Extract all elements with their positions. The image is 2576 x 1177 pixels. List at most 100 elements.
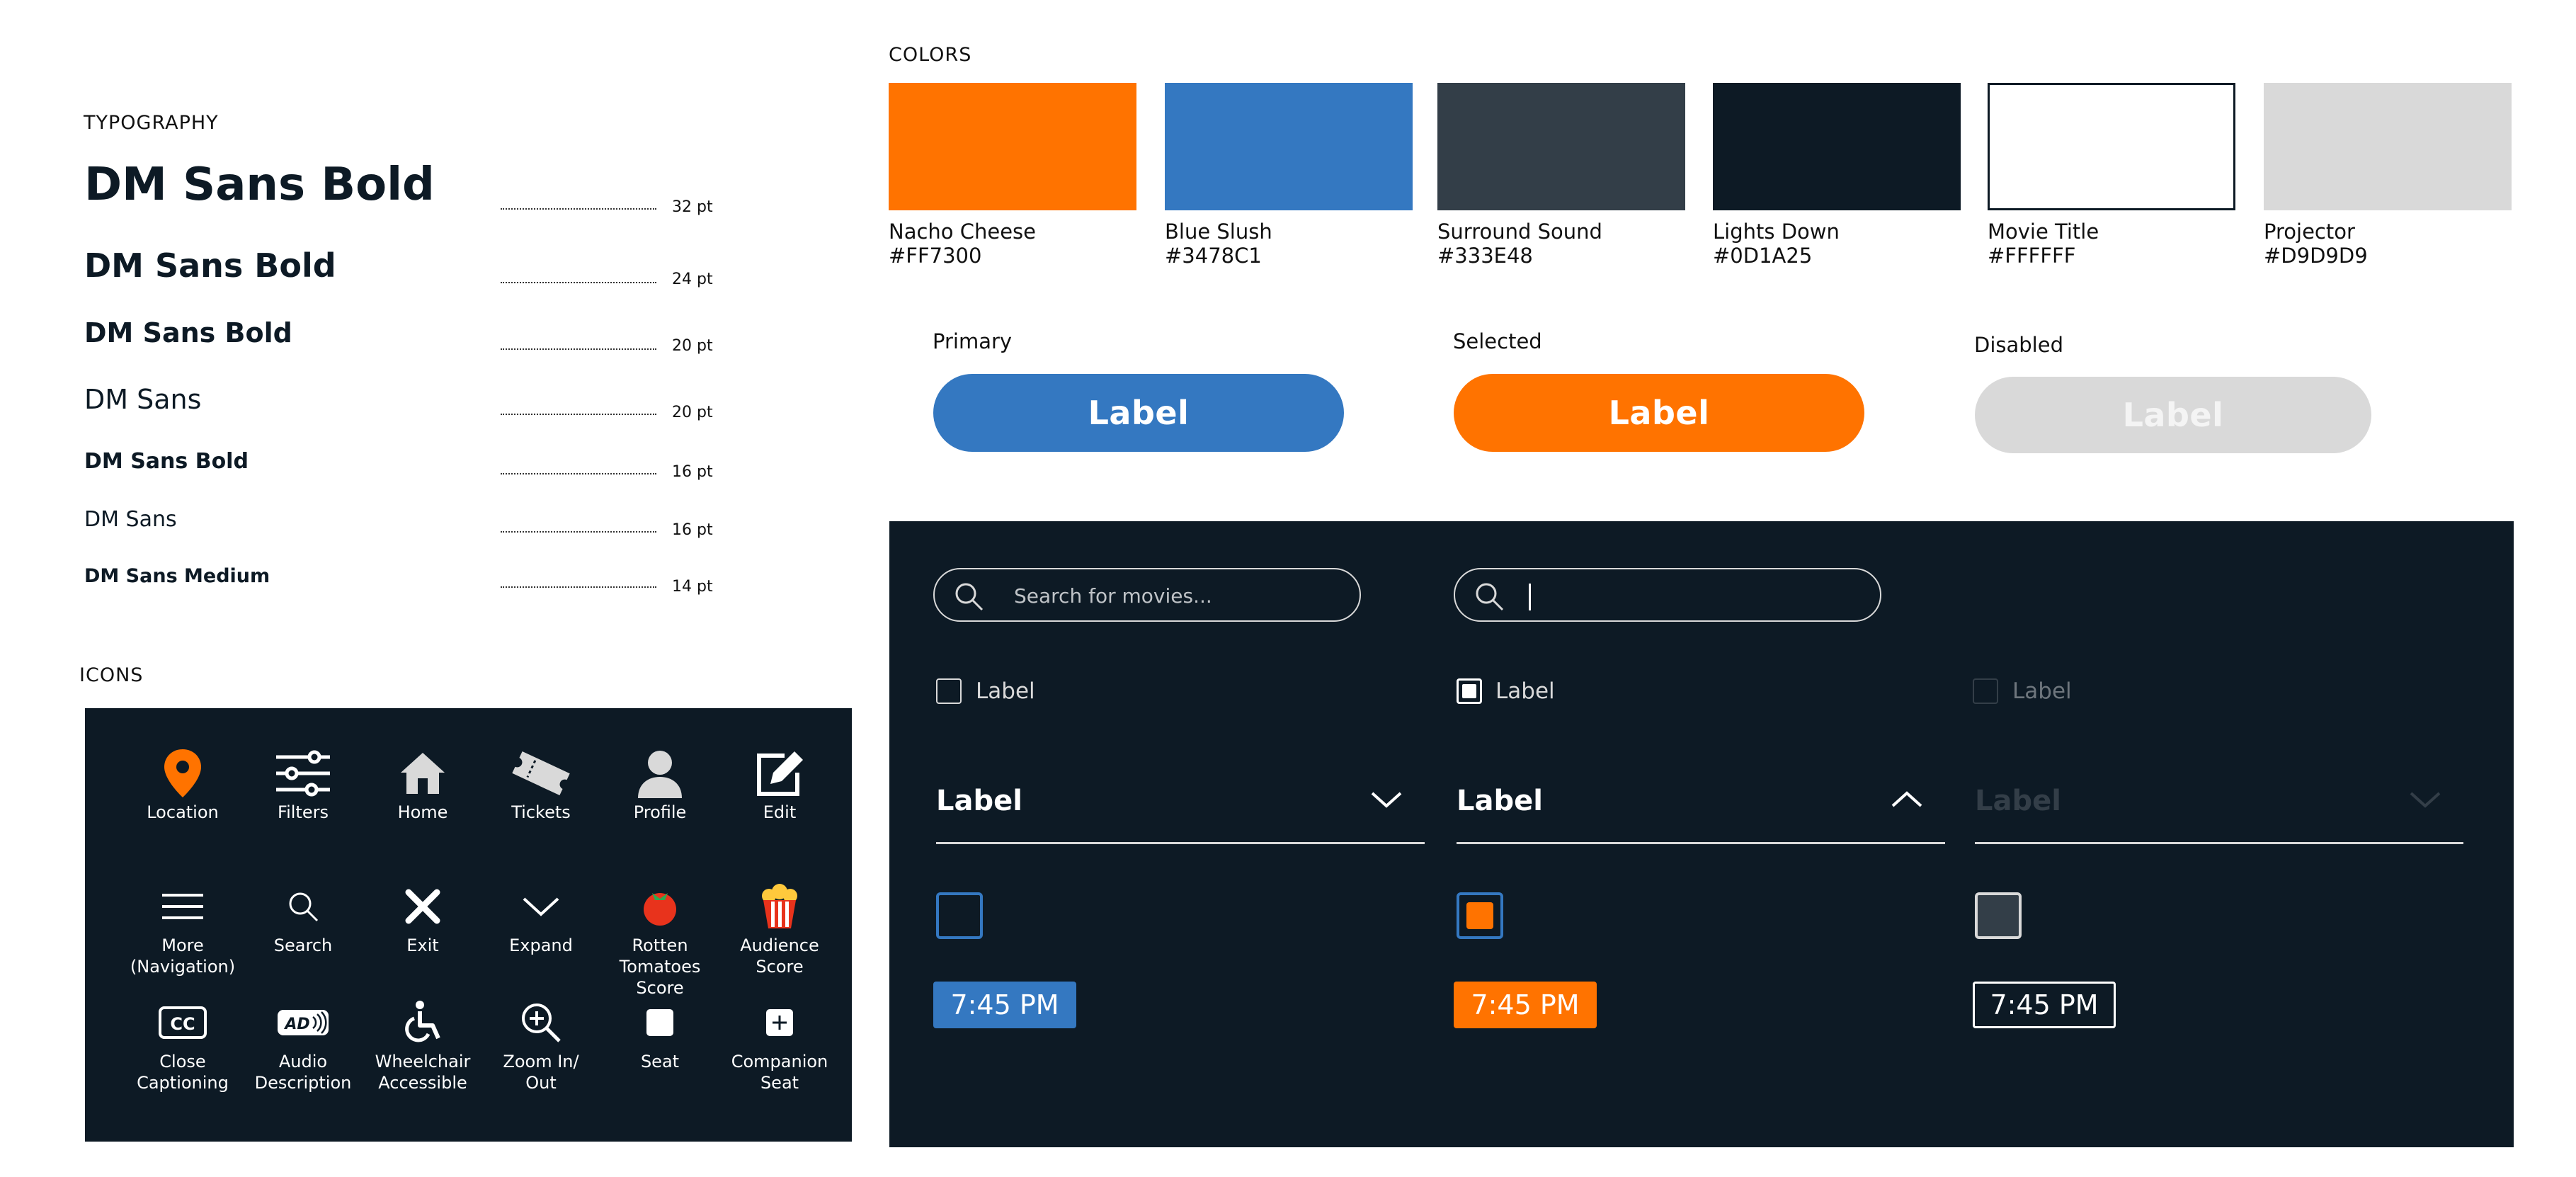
icon-cell-audio-description: AD Audio Description	[244, 994, 363, 1093]
type-row-20-regular: DM Sans 20 pt	[84, 384, 714, 440]
type-sample: DM Sans	[84, 384, 202, 415]
showtime-default[interactable]: 7:45 PM	[933, 982, 1076, 1028]
icon-label: Companion Seat	[731, 1052, 828, 1093]
disabled-button: Label	[1975, 377, 2371, 453]
swatch-name: Movie Title	[1988, 220, 2099, 244]
chevron-down-icon	[2410, 792, 2441, 808]
checkbox-disabled	[1973, 678, 1998, 704]
type-row-14-medium: DM Sans Medium 14 pt	[84, 565, 714, 622]
search-field-focused[interactable]	[1454, 568, 1881, 622]
dropdown-underline	[1457, 842, 1945, 844]
showtime-outline[interactable]: 7:45 PM	[1973, 982, 2116, 1028]
icon-cell-more: More (Navigation)	[123, 878, 242, 977]
icon-cell-expand: Expand	[481, 878, 600, 956]
swatch-hex: #FFFFFF	[1988, 244, 2076, 268]
tickets-icon	[512, 751, 570, 796]
icon-cell-audience-score: Audience Score	[720, 878, 839, 977]
components-panel: Label Label Label Label Label Label 7:45…	[889, 521, 2514, 1147]
text-caret	[1529, 584, 1531, 610]
companion-seat-icon	[766, 1009, 793, 1036]
icon-cell-edit: Edit	[720, 745, 839, 823]
profile-icon	[638, 751, 682, 798]
swatch-projector	[2264, 83, 2512, 210]
swatch-nacho-cheese	[889, 83, 1136, 210]
icon-label: Audience Score	[740, 936, 819, 977]
icon-cell-location: Location	[123, 745, 242, 823]
seat-icon	[646, 1009, 673, 1036]
icon-cell-filters: Filters	[244, 745, 363, 823]
type-size: 20 pt	[672, 337, 713, 355]
dotted-leader	[501, 531, 656, 533]
seat-unavailable	[1975, 892, 2022, 939]
checkbox-default[interactable]	[936, 678, 962, 704]
type-sample: DM Sans Bold	[84, 317, 292, 348]
dotted-leader	[501, 282, 656, 283]
swatch-movie-title	[1988, 83, 2235, 210]
icon-label: Edit	[763, 802, 797, 822]
type-size: 32 pt	[672, 198, 713, 216]
dropdown-label: Label	[936, 785, 1022, 817]
swatch-name: Projector	[2264, 220, 2355, 244]
disabled-caption: Disabled	[1974, 333, 2063, 357]
icons-panel: Location Filters Home Tickets Profile Ed…	[85, 708, 852, 1142]
icon-label: Home	[397, 802, 448, 822]
icons-title: ICONS	[79, 664, 144, 686]
dotted-leader	[501, 473, 656, 474]
svg-text:AD: AD	[283, 1016, 309, 1033]
icon-label: Seat	[640, 1052, 680, 1071]
close-icon	[405, 889, 440, 924]
seat-selected[interactable]	[1457, 892, 1503, 939]
dropdown-disabled: Label	[1975, 773, 2463, 844]
dropdown-collapsed[interactable]: Label	[936, 773, 1425, 844]
edit-icon	[757, 751, 803, 796]
search-field-default[interactable]	[933, 568, 1361, 622]
icon-cell-exit: Exit	[363, 878, 482, 956]
search-input[interactable]	[1013, 579, 1313, 612]
seat-available[interactable]	[936, 892, 983, 939]
swatch-blue-slush	[1165, 83, 1413, 210]
icon-cell-search: Search	[244, 878, 363, 956]
type-row-20-bold: DM Sans Bold 20 pt	[84, 317, 714, 374]
icon-label: Filters	[278, 802, 329, 822]
type-sample: DM Sans Bold	[84, 449, 249, 474]
checkbox-label: Label	[976, 678, 1035, 704]
typography-title: TYPOGRAPHY	[84, 112, 219, 134]
icon-cell-seat: Seat	[600, 994, 719, 1072]
primary-button[interactable]: Label	[933, 374, 1344, 452]
dotted-leader	[501, 348, 656, 350]
type-row-16-bold: DM Sans Bold 16 pt	[84, 449, 714, 506]
type-size: 16 pt	[672, 463, 713, 481]
dropdown-underline	[936, 842, 1425, 844]
svg-text:CC: CC	[170, 1014, 195, 1034]
chevron-up-icon	[1891, 791, 1922, 807]
swatch-name: Surround Sound	[1437, 220, 1602, 244]
colors-title: COLORS	[889, 44, 972, 66]
icon-cell-companion-seat: Companion Seat	[720, 994, 839, 1093]
chevron-down-icon	[523, 897, 559, 916]
icon-cell-profile: Profile	[600, 745, 719, 823]
swatch-name: Lights Down	[1713, 220, 1840, 244]
swatch-hex: #D9D9D9	[2264, 244, 2368, 268]
type-size: 14 pt	[672, 578, 713, 596]
primary-caption: Primary	[933, 329, 1013, 353]
selected-button[interactable]: Label	[1454, 374, 1864, 452]
dropdown-label: Label	[1975, 785, 2061, 817]
popcorn-icon	[762, 884, 797, 928]
dropdown-label: Label	[1457, 785, 1543, 817]
type-sample: DM Sans Medium	[84, 565, 270, 587]
showtime-selected[interactable]: 7:45 PM	[1454, 982, 1597, 1028]
checkbox-label: Label	[2012, 678, 2072, 704]
icon-label: Exit	[406, 936, 439, 955]
checkbox-checked[interactable]	[1457, 678, 1482, 704]
dropdown-underline	[1975, 842, 2463, 844]
dropdown-expanded[interactable]: Label	[1457, 773, 1945, 844]
swatch-surround-sound	[1437, 83, 1685, 210]
swatch-hex: #0D1A25	[1713, 244, 1813, 268]
wheelchair-icon	[405, 1001, 440, 1042]
icon-label: Expand	[509, 936, 573, 955]
icon-label: Wheelchair Accessible	[375, 1052, 471, 1093]
dotted-leader	[501, 208, 656, 210]
icon-label: Search	[273, 936, 333, 955]
dotted-leader	[501, 414, 656, 415]
search-icon	[1476, 583, 1504, 611]
